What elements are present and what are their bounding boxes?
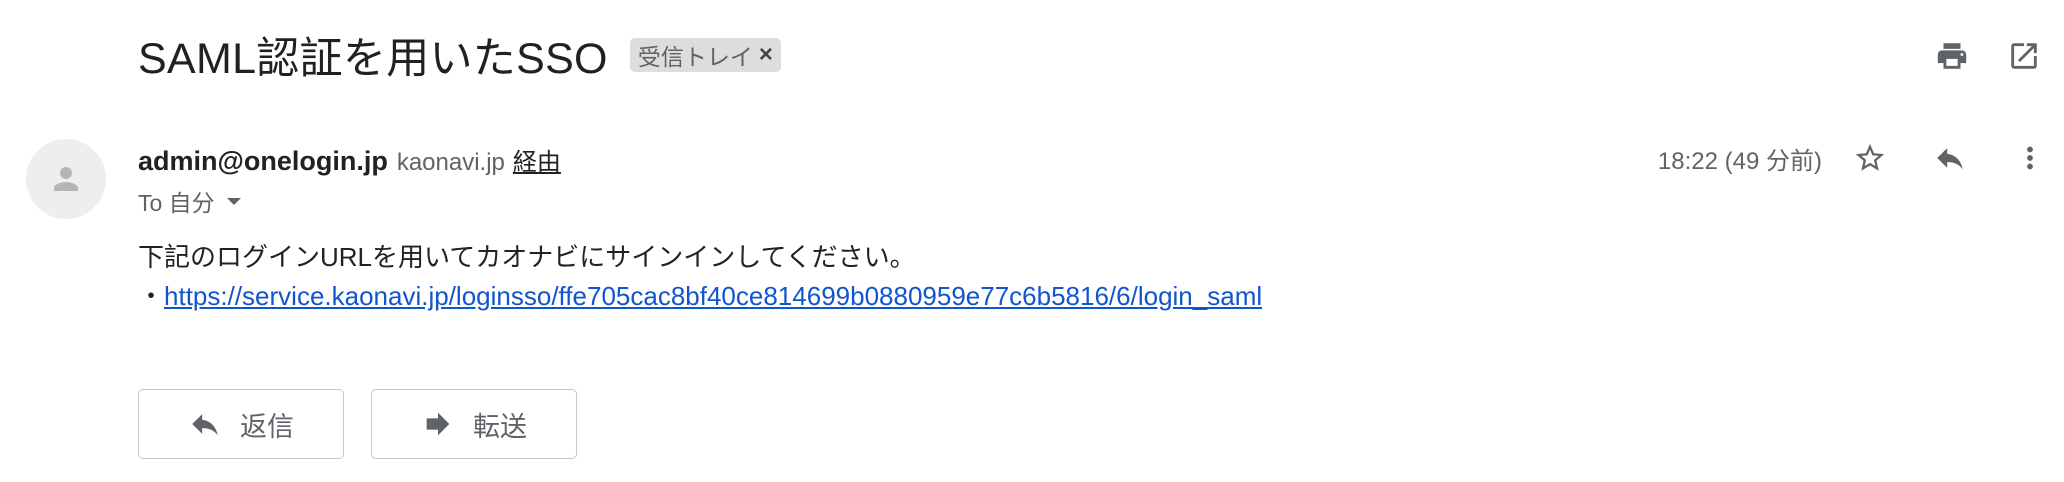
forward-button[interactable]: 転送 (371, 389, 577, 459)
recipient-text: To 自分 (138, 190, 215, 216)
reply-icon (188, 407, 222, 441)
message-body: 下記のログインURLを用いてカオナビにサインインしてください。 ・https:/… (138, 238, 1262, 316)
remove-label-icon[interactable]: × (759, 43, 773, 67)
via-domain: kaonavi.jp (396, 149, 505, 176)
label-chip-text: 受信トレイ (637, 44, 753, 70)
email-subject: SAML認証を用いたSSO (138, 35, 608, 83)
forward-icon (421, 407, 455, 441)
body-link-line: ・https://service.kaonavi.jp/loginsso/ffe… (138, 277, 1262, 316)
print-icon[interactable] (1932, 36, 1972, 76)
message-meta: 18:22 (49 分前) (1658, 138, 2050, 178)
via-link[interactable]: 経由 (513, 142, 561, 177)
top-actions (1900, 36, 2044, 76)
reply-icon[interactable] (1930, 138, 1970, 178)
bullet: ・ (138, 281, 165, 311)
inbox-label-chip[interactable]: 受信トレイ × (629, 38, 781, 72)
recipient-details-toggle[interactable]: To 自分 (138, 184, 241, 218)
sender-email[interactable]: admin@onelogin.jp (138, 146, 388, 177)
chevron-down-icon (226, 197, 241, 205)
star-icon[interactable] (1850, 138, 1890, 178)
open-in-new-window-icon[interactable] (2004, 36, 2044, 76)
reply-button-label: 返信 (240, 411, 294, 442)
subject-row: SAML認証を用いたSSO 受信トレイ × (138, 26, 781, 84)
body-line: 下記のログインURLを用いてカオナビにサインインしてください。 (138, 242, 916, 272)
forward-button-label: 転送 (473, 411, 527, 442)
sender-avatar[interactable] (26, 139, 106, 219)
more-vert-icon[interactable] (2010, 138, 2050, 178)
message-timestamp: 18:22 (49 分前) (1657, 147, 1822, 175)
person-icon (54, 167, 78, 191)
login-url-link[interactable]: https://service.kaonavi.jp/loginsso/ffe7… (164, 281, 1262, 311)
reply-button[interactable]: 返信 (138, 389, 344, 459)
sender-line: admin@onelogin.jp kaonavi.jp 経由 (138, 142, 561, 177)
